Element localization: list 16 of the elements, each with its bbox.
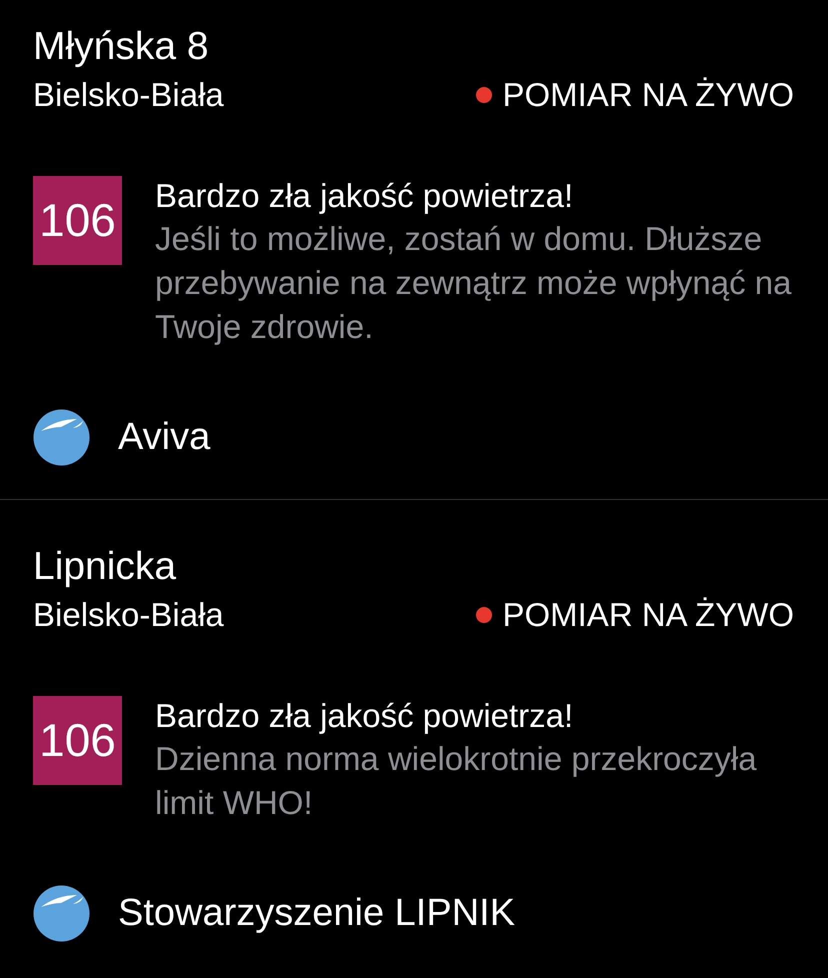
- alert-advice: Dzienna norma wielokrotnie przekroczyła limit WHO!: [155, 739, 758, 823]
- live-label: POMIAR NA ŻYWO: [502, 595, 794, 636]
- globe-logo-icon: [33, 885, 90, 942]
- alert-headline: Bardzo zła jakość powietrza!: [155, 696, 574, 736]
- aqi-badge: 106: [33, 176, 122, 265]
- alert-headline: Bardzo zła jakość powietrza!: [155, 176, 574, 216]
- globe-logo-icon: [33, 409, 90, 466]
- city-name: Bielsko-Biała: [33, 75, 224, 116]
- station-name: Lipnicka: [33, 544, 178, 590]
- provider-name: Aviva: [118, 415, 210, 460]
- live-label: POMIAR NA ŻYWO: [502, 75, 794, 116]
- station-name: Młyńska 8: [33, 24, 210, 70]
- alert-advice: Jeśli to możliwe, zostań w domu. Dłuższe przebywanie na zewnątrz może wpłynąć na Twoje zdrowie.: [155, 219, 792, 347]
- city-name: Bielsko-Biała: [33, 595, 224, 636]
- provider-name: Stowarzyszenie LIPNIK: [118, 891, 516, 936]
- aqi-badge: 106: [33, 696, 122, 785]
